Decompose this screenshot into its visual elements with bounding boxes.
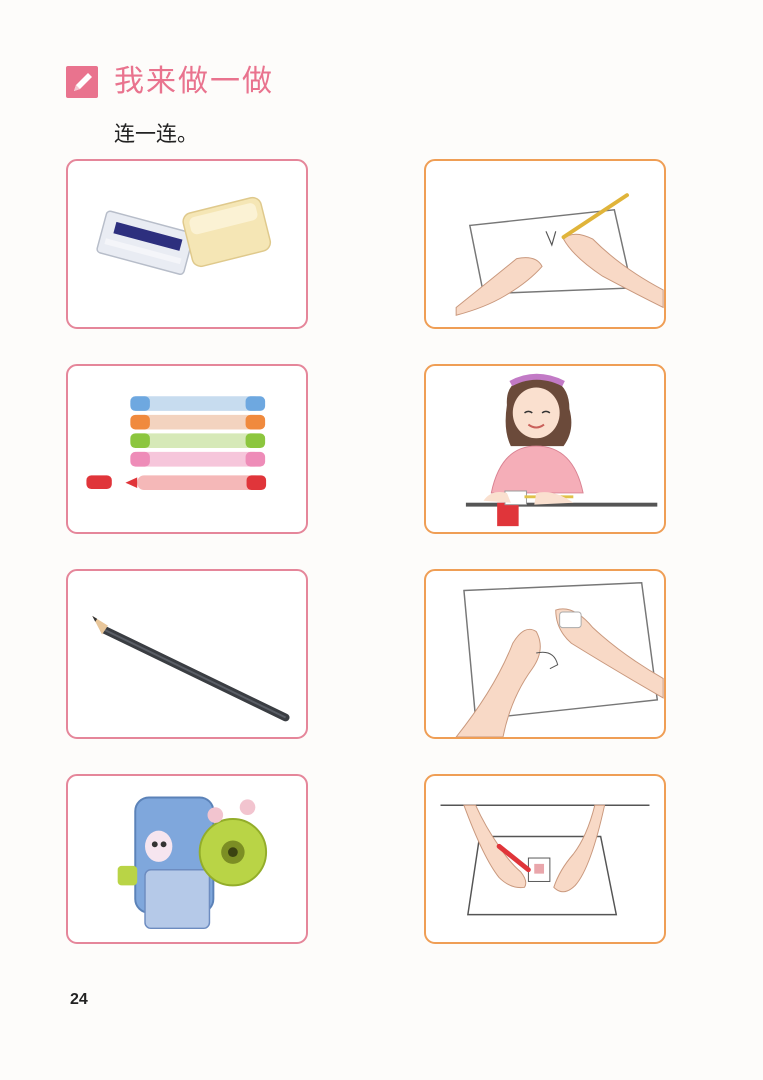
pencil-illustration <box>92 615 290 722</box>
section-title: 我来做一做 <box>114 64 274 99</box>
drawing-on-paper-card[interactable] <box>424 159 666 329</box>
pencil-card[interactable] <box>66 569 308 739</box>
girl-sharpening-pencil-card[interactable] <box>424 364 666 534</box>
instruction-text: 连一连。 <box>114 122 198 146</box>
eraser-and-sharpener-card[interactable] <box>66 159 308 329</box>
coloring-with-marker-card[interactable] <box>424 774 666 944</box>
desk-pencil-sharpener-card[interactable] <box>66 774 308 944</box>
erasing-paper-card[interactable] <box>424 569 666 739</box>
markers-card[interactable] <box>66 364 308 534</box>
erasing-paper-illustration <box>455 581 664 737</box>
pencil-on-paper-icon <box>66 66 98 98</box>
markers-illustration <box>86 396 267 491</box>
page-number: 24 <box>70 991 88 1008</box>
eraser-and-sharpener-illustration <box>96 196 272 275</box>
desk-pencil-sharpener-illustration <box>117 796 268 930</box>
coloring-with-marker-illustration <box>440 804 650 916</box>
drawing-on-paper-illustration <box>455 193 664 316</box>
girl-sharpening-pencil-illustration <box>465 373 658 527</box>
